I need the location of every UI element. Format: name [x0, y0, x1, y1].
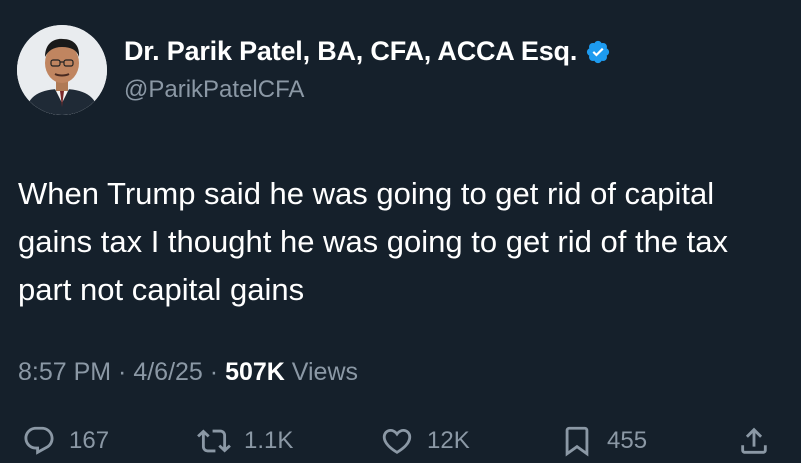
avatar-portrait-icon: [17, 25, 107, 115]
avatar[interactable]: [17, 25, 107, 115]
tweet-date[interactable]: 4/6/25: [133, 358, 203, 386]
tweet-text: When Trump said he was going to get rid …: [18, 176, 729, 307]
bookmark-button[interactable]: 455: [560, 424, 647, 458]
author-display-name[interactable]: Dr. Parik Patel, BA, CFA, ACCA Esq.: [124, 36, 577, 67]
author-name-row: Dr. Parik Patel, BA, CFA, ACCA Esq.: [124, 36, 611, 67]
action-bar: 167 1.1K 12K 455: [0, 420, 801, 463]
share-icon: [741, 427, 767, 454]
reply-count: 167: [69, 427, 110, 454]
tweet-time[interactable]: 8:57 PM: [18, 358, 111, 386]
heart-icon: [382, 428, 412, 454]
views-count: 507K: [225, 358, 285, 386]
like-button[interactable]: 12K: [380, 424, 470, 458]
like-count: 12K: [427, 427, 470, 454]
share-button[interactable]: [737, 424, 771, 458]
repost-count: 1.1K: [244, 427, 294, 454]
reply-button[interactable]: 167: [22, 424, 109, 458]
bookmark-count: 455: [607, 427, 648, 454]
verified-badge-icon: [587, 40, 610, 63]
meta-separator: ·: [111, 358, 134, 386]
reply-icon: [24, 426, 54, 455]
repost-button[interactable]: 1.1K: [197, 424, 293, 458]
tweet-meta: 8:57 PM · 4/6/25 · 507K Views: [18, 358, 358, 387]
meta-separator: ·: [202, 358, 226, 386]
repost-icon: [197, 429, 231, 453]
bookmark-icon: [565, 426, 589, 457]
views-label: Views: [284, 358, 359, 386]
author-handle[interactable]: @ParikPatelCFA: [124, 76, 304, 104]
tweet-card: Dr. Parik Patel, BA, CFA, ACCA Esq. @Par…: [0, 0, 801, 463]
